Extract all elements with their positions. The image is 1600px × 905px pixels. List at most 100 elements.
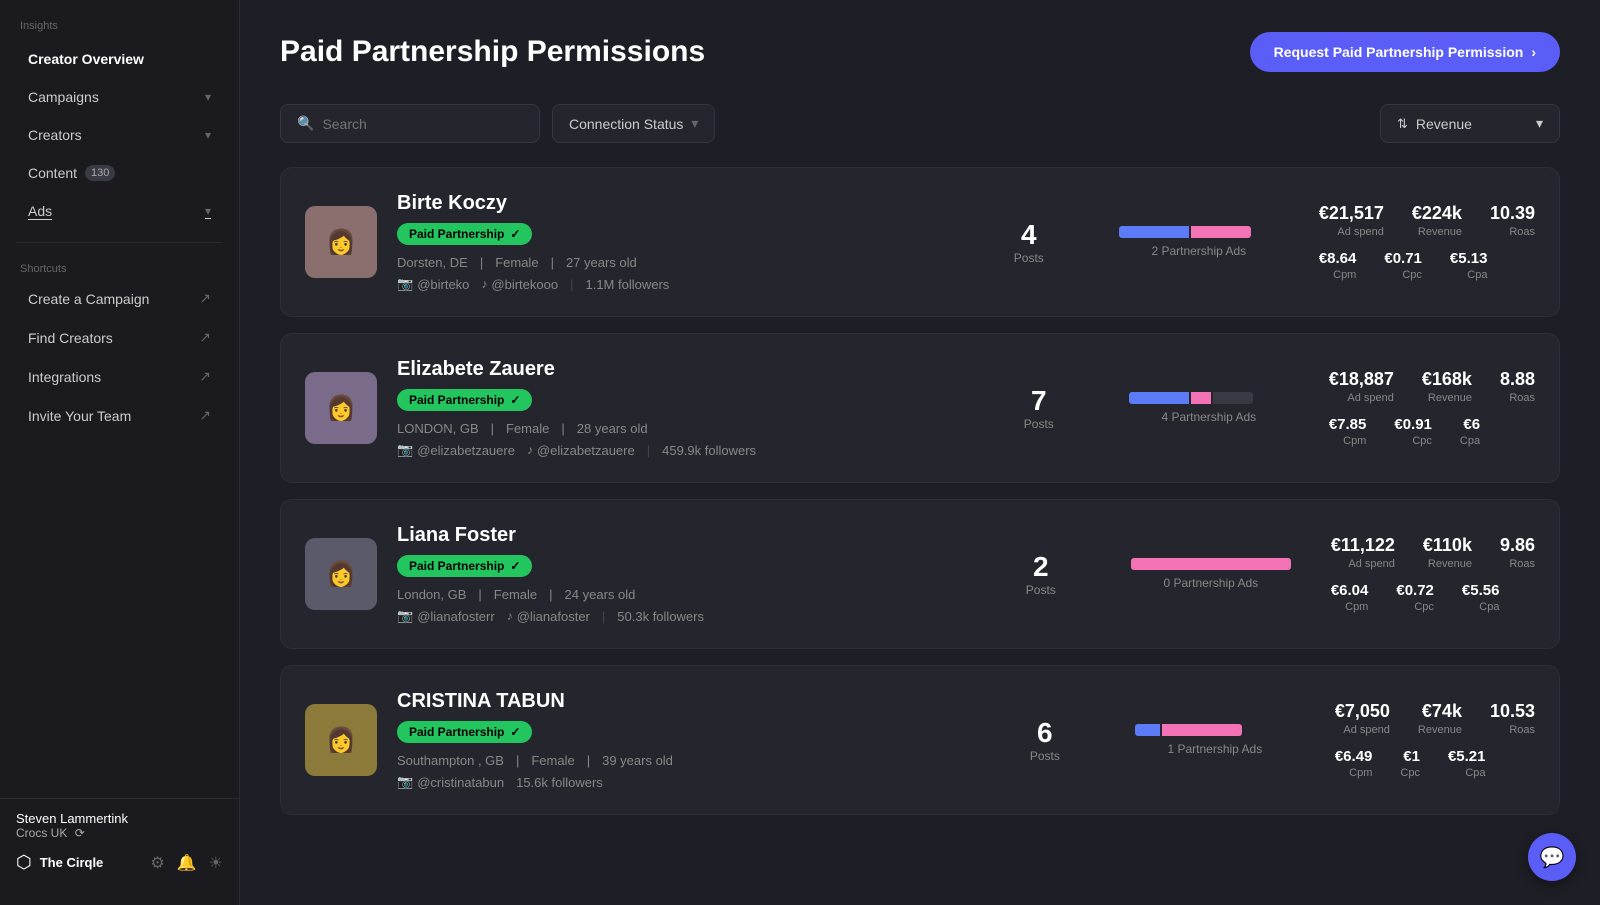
metric-cpm: €6.04 Cpm	[1331, 582, 1369, 613]
metric-cpa: €5.21 Cpa	[1448, 748, 1486, 779]
sidebar: Insights Creator Overview Campaigns ▾ Cr…	[0, 0, 240, 905]
revenue-value: €168k	[1422, 369, 1472, 390]
posts-label: Posts	[1026, 583, 1056, 597]
sidebar-item-create-campaign[interactable]: Create a Campaign ↗	[8, 280, 231, 317]
creator-info: CRISTINA TABUN Paid Partnership ✓ Southa…	[397, 690, 975, 790]
creator-card: 👩 CRISTINA TABUN Paid Partnership ✓ Sout…	[280, 665, 1560, 815]
roas-label: Roas	[1509, 558, 1535, 570]
social-tiktok: ♪ @birtekooo	[481, 277, 558, 292]
creator-socials: 📷 @birteko ♪ @birtekooo | 1.1M followers	[397, 276, 959, 292]
ads-bar-blue	[1129, 392, 1189, 404]
chat-button[interactable]: 💬	[1528, 833, 1576, 881]
integrations-arrow-icon: ↗	[199, 368, 211, 385]
badge-label: Paid Partnership	[409, 725, 504, 739]
gender: Female	[495, 255, 538, 270]
ads-bar-pink-full	[1131, 558, 1291, 570]
request-permission-button[interactable]: Request Paid Partnership Permission ›	[1250, 32, 1560, 72]
sort-dropdown[interactable]: ⇅ Revenue ▾	[1380, 104, 1560, 143]
sidebar-divider-1	[16, 242, 223, 243]
creator-card: 👩 Birte Koczy Paid Partnership ✓ Dorsten…	[280, 167, 1560, 317]
creator-meta: Dorsten, DE | Female | 27 years old	[397, 255, 959, 270]
creator-posts-stats: 7 Posts	[1009, 385, 1069, 431]
ads-count-label: 2 Partnership Ads	[1151, 244, 1246, 258]
partnership-ads: 0 Partnership Ads	[1121, 558, 1301, 590]
partnership-ads: 1 Partnership Ads	[1125, 724, 1305, 756]
bell-icon[interactable]: 🔔	[177, 853, 197, 873]
cpa-label: Cpa	[1465, 767, 1485, 779]
ads-bar-gray	[1213, 392, 1253, 404]
metric-ad-spend: €21,517 Ad spend	[1319, 203, 1384, 238]
sidebar-footer-row: ⬡ The Cirqle ⚙ 🔔 ☀	[16, 852, 223, 873]
create-campaign-arrow-icon: ↗	[199, 290, 211, 307]
sidebar-item-campaigns[interactable]: Campaigns ▾	[8, 79, 231, 115]
metric-cpa: €5.13 Cpa	[1450, 250, 1488, 281]
sidebar-campaigns-label: Campaigns	[28, 89, 99, 105]
paid-partnership-badge: Paid Partnership ✓	[397, 223, 532, 245]
metric-revenue: €224k Revenue	[1412, 203, 1462, 238]
ads-count-label: 0 Partnership Ads	[1163, 576, 1258, 590]
metric-cpc: €0.72 Cpc	[1396, 582, 1434, 613]
search-input[interactable]	[322, 116, 523, 132]
cpc-value: €1	[1403, 748, 1420, 765]
metric-ad-spend: €7,050 Ad spend	[1335, 701, 1390, 736]
check-icon: ✓	[510, 393, 520, 407]
creator-avatar: 👩	[305, 206, 377, 278]
main-content: Paid Partnership Permissions Request Pai…	[240, 0, 1600, 905]
age: 27 years old	[566, 255, 637, 270]
gender: Female	[506, 421, 549, 436]
sun-icon[interactable]: ☀	[209, 853, 223, 873]
cpa-value: €5.56	[1462, 582, 1500, 599]
connection-status-dropdown[interactable]: Connection Status ▾	[552, 104, 715, 143]
page-header: Paid Partnership Permissions Request Pai…	[280, 32, 1560, 72]
ad-spend-value: €18,887	[1329, 369, 1394, 390]
posts-label: Posts	[1014, 251, 1044, 265]
sidebar-item-ads[interactable]: Ads ▾	[8, 193, 231, 229]
create-campaign-label: Create a Campaign	[28, 291, 149, 307]
metric-roas: 9.86 Roas	[1500, 535, 1535, 570]
cpc-label: Cpc	[1402, 269, 1422, 281]
search-icon: 🔍	[297, 115, 314, 132]
roas-label: Roas	[1509, 392, 1535, 404]
followers-count: 459.9k followers	[662, 443, 756, 458]
avatar-placeholder: 👩	[305, 372, 377, 444]
sidebar-item-creators[interactable]: Creators ▾	[8, 117, 231, 153]
refresh-icon[interactable]: ⟳	[75, 826, 85, 840]
cpa-value: €5.13	[1450, 250, 1488, 267]
user-name: Steven Lammertink	[16, 811, 128, 826]
sidebar-item-creator-overview[interactable]: Creator Overview	[8, 41, 231, 77]
posts-label: Posts	[1024, 417, 1054, 431]
ads-bar-pink	[1162, 724, 1242, 736]
shortcuts-label: Shortcuts	[0, 255, 239, 279]
metric-roas: 8.88 Roas	[1500, 369, 1535, 404]
metric-roas: 10.53 Roas	[1490, 701, 1535, 736]
creator-avatar: 👩	[305, 538, 377, 610]
metric-cpc: €1 Cpc	[1400, 748, 1420, 779]
sort-label: Revenue	[1416, 116, 1472, 132]
revenue-value: €224k	[1412, 203, 1462, 224]
age: 24 years old	[565, 587, 636, 602]
sort-icon: ⇅	[1397, 116, 1408, 132]
cpm-value: €6.04	[1331, 582, 1369, 599]
sidebar-item-content[interactable]: Content 130	[8, 155, 231, 191]
avatar-placeholder: 👩	[305, 538, 377, 610]
check-icon: ✓	[510, 227, 520, 241]
cpc-value: €0.71	[1384, 250, 1422, 267]
filters-row: 🔍 Connection Status ▾ ⇅ Revenue ▾	[280, 104, 1560, 143]
partnership-ads: 4 Partnership Ads	[1119, 392, 1299, 424]
sidebar-item-find-creators[interactable]: Find Creators ↗	[8, 319, 231, 356]
sidebar-item-integrations[interactable]: Integrations ↗	[8, 358, 231, 395]
search-box[interactable]: 🔍	[280, 104, 540, 143]
sidebar-creators-label: Creators	[28, 127, 82, 143]
cpa-value: €5.21	[1448, 748, 1486, 765]
instagram-icon: 📷	[397, 276, 413, 292]
ads-count-label: 1 Partnership Ads	[1167, 742, 1262, 756]
roas-value: 10.53	[1490, 701, 1535, 722]
creator-posts-stats: 2 Posts	[1011, 551, 1071, 597]
sidebar-item-invite-team[interactable]: Invite Your Team ↗	[8, 397, 231, 434]
creator-card: 👩 Liana Foster Paid Partnership ✓ London…	[280, 499, 1560, 649]
metric-cpa: €6 Cpa	[1460, 416, 1480, 447]
invite-team-label: Invite Your Team	[28, 408, 131, 424]
settings-icon[interactable]: ⚙	[150, 853, 164, 873]
badge-label: Paid Partnership	[409, 393, 504, 407]
creator-metrics: €7,050 Ad spend €74k Revenue 10.53 Roas	[1335, 701, 1535, 779]
